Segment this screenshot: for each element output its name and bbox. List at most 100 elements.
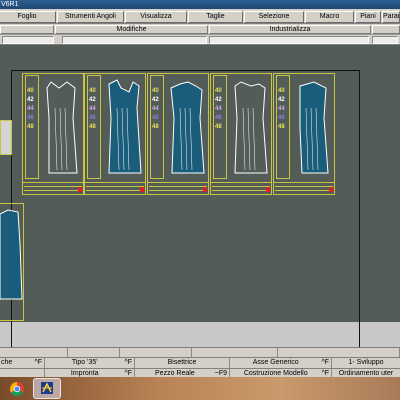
grade-line	[64, 107, 68, 171]
size-label: 44	[27, 106, 34, 112]
cmd-costruzione-modello[interactable]: Costruzione Modello ^F	[230, 369, 332, 377]
cmd-pezzo-reale-label: Pezzo Reale	[155, 370, 195, 377]
card-footer	[211, 182, 271, 194]
cmd-tipo-35[interactable]: Tipo '35' ^F	[45, 358, 135, 368]
window-title: V6R1	[1, 1, 19, 8]
marker-flag	[266, 187, 270, 192]
title-bar: V6R1	[0, 0, 400, 9]
cmd-pezzo-reale[interactable]: Pezzo Reale ~F9	[135, 369, 230, 377]
cmd-blank[interactable]	[0, 369, 45, 377]
field-row	[0, 35, 400, 45]
size-column: 40 42 44 46 48	[25, 75, 39, 179]
piece-outline	[0, 209, 23, 300]
footer-line	[86, 186, 144, 187]
status-field-b[interactable]	[120, 348, 192, 357]
garment-piece[interactable]	[229, 78, 271, 178]
cmd-impronta[interactable]: Impronta ^F	[45, 369, 135, 377]
pattern-card[interactable]: 40 42 44 46 48	[22, 73, 84, 195]
input-field-1[interactable]	[2, 36, 54, 44]
drawing-workspace[interactable]: 40 42 44 46 48 40 42 44 46 48 40 42 44 46 48 40 42 44 46 48…	[0, 45, 400, 366]
size-label: 42	[152, 97, 159, 103]
marker-flag	[78, 187, 82, 192]
input-field-3[interactable]	[209, 36, 369, 44]
size-label: 48	[152, 124, 159, 130]
left-partial-card[interactable]	[0, 120, 12, 155]
cmd-ordinamento[interactable]: Ordinamento uter	[332, 369, 400, 377]
cmd-costruzione-modello-key: ^F	[321, 370, 329, 377]
pattern-card[interactable]: 40 42 44 46 48	[210, 73, 272, 195]
size-label: 44	[215, 106, 222, 112]
tab-industrializza[interactable]: Industrializza	[209, 25, 371, 34]
menu-parametri[interactable]: Parametri	[382, 11, 400, 23]
menu-selezione[interactable]: Selezione	[244, 11, 304, 23]
cmd-bisettrice[interactable]: Bisettrice	[135, 358, 230, 368]
size-label: 48	[27, 124, 34, 130]
taskbar-chrome-button[interactable]	[3, 378, 31, 399]
menu-bar: Foglio Strumenti Angoli Visualizza Tagli…	[0, 9, 400, 24]
cmd-asse-generico-key: ^F	[321, 359, 329, 366]
size-label: 42	[278, 97, 285, 103]
menu-strumenti-angoli[interactable]: Strumenti Angoli	[57, 11, 124, 23]
cmd-che[interactable]: che ^F	[0, 358, 45, 368]
size-label: 48	[89, 124, 96, 130]
taskbar-cad-app-button[interactable]	[33, 378, 61, 399]
status-field-d[interactable]	[278, 348, 400, 357]
garment-piece[interactable]	[292, 78, 334, 178]
size-label: 42	[27, 97, 34, 103]
cmd-bisettrice-label: Bisettrice	[167, 359, 197, 366]
cmd-sviluppo-label: 1- Sviluppo	[348, 359, 384, 366]
piece-outline	[108, 79, 142, 174]
size-column: 40 42 44 46 48	[213, 75, 227, 179]
garment-piece[interactable]	[41, 78, 83, 178]
menu-macro[interactable]: Macro	[305, 11, 354, 23]
sub-tab-extra[interactable]	[372, 25, 400, 34]
pattern-card[interactable]: 40 42 44 46 48	[147, 73, 209, 195]
command-row-1: che ^F Tipo '35' ^F Bisettrice Asse Gene…	[0, 357, 400, 368]
size-label: 44	[278, 106, 285, 112]
cmd-costruzione-modello-label: Costruzione Modello	[243, 370, 308, 377]
input-field-2[interactable]	[62, 36, 207, 44]
size-label: 46	[215, 115, 222, 121]
cmd-asse-generico[interactable]: Asse Generico ^F	[230, 358, 332, 368]
bottom-partial-card[interactable]	[0, 203, 24, 321]
size-label: 40	[278, 88, 285, 94]
sub-tab-bar: Modifiche Industrializza	[0, 24, 400, 35]
size-label: 46	[152, 115, 159, 121]
menu-taglie[interactable]: Taglie	[188, 11, 243, 23]
footer-line	[24, 186, 82, 187]
menu-foglio[interactable]: Foglio	[0, 11, 56, 23]
footer-line	[212, 190, 270, 191]
card-footer	[148, 182, 208, 194]
grade-line	[59, 107, 63, 171]
marker-flag	[140, 187, 144, 192]
status-field-c[interactable]	[192, 348, 278, 357]
size-label: 40	[89, 88, 96, 94]
garment-piece[interactable]	[103, 78, 145, 178]
input-field-4[interactable]	[372, 36, 398, 44]
sub-tab-empty[interactable]	[0, 25, 54, 34]
cmd-che-label: che	[1, 359, 13, 366]
size-label: 48	[278, 124, 285, 130]
pattern-card[interactable]: 40 42 44 46 48	[273, 73, 335, 195]
status-field-a[interactable]	[68, 348, 120, 357]
marker-flag	[329, 187, 333, 192]
menu-piani[interactable]: Piani	[355, 11, 381, 23]
status-bar-top	[0, 347, 400, 357]
cmd-sviluppo[interactable]: 1- Sviluppo	[332, 358, 400, 368]
garment-piece[interactable]	[166, 78, 208, 178]
cmd-pezzo-reale-key: ~F9	[214, 370, 227, 377]
piece-outline	[299, 81, 329, 174]
cmd-impronta-key: ^F	[124, 370, 132, 377]
os-taskbar	[0, 377, 400, 400]
tab-modifiche[interactable]: Modifiche	[55, 25, 208, 34]
card-footer	[85, 182, 145, 194]
garment-piece[interactable]	[0, 204, 24, 304]
size-label: 40	[215, 88, 222, 94]
size-label: 42	[215, 97, 222, 103]
cmd-ordinamento-label: Ordinamento uter	[338, 370, 394, 377]
menu-visualizza[interactable]: Visualizza	[125, 11, 187, 23]
size-label: 42	[89, 97, 96, 103]
footer-line	[149, 190, 207, 191]
card-footer	[274, 182, 334, 194]
pattern-card[interactable]: 40 42 44 46 48	[84, 73, 146, 195]
